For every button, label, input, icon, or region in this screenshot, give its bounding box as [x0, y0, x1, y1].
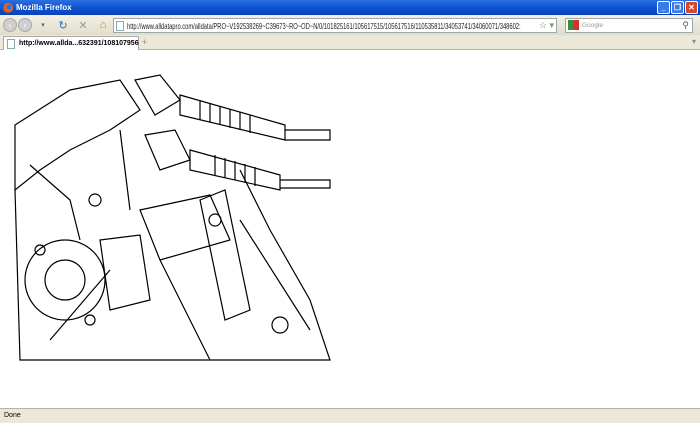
google-icon[interactable]: [568, 20, 579, 30]
page-icon: [7, 38, 15, 49]
window-title: Mozilla Firefox: [16, 3, 72, 12]
page-icon: [116, 20, 124, 31]
close-button[interactable]: ✕: [685, 1, 698, 14]
url-text: http://www.alldatapro.com/alldata/PRO~V1…: [127, 20, 521, 31]
bookmark-star-icon[interactable]: ☆ ▾: [536, 19, 556, 31]
back-button[interactable]: ‹: [3, 18, 17, 32]
tab-bar: http://www.allda...632391/108107956 + ▾: [0, 35, 700, 50]
forward-button[interactable]: ›: [18, 18, 32, 32]
search-placeholder: Google: [582, 21, 603, 29]
title-bar: Mozilla Firefox _ ❐ ✕: [0, 0, 700, 15]
status-text: Done: [4, 412, 21, 419]
page-content: [0, 50, 700, 408]
tab-label: http://www.allda...632391/108107956: [19, 40, 139, 47]
url-input[interactable]: http://www.alldatapro.com/alldata/PRO~V1…: [113, 17, 557, 33]
history-dropdown-icon[interactable]: ▾: [35, 21, 51, 29]
home-icon[interactable]: ⌂: [95, 19, 111, 31]
reload-icon[interactable]: ↻: [55, 19, 71, 32]
firefox-icon: [3, 2, 13, 13]
search-input[interactable]: Google ⚲: [565, 17, 693, 33]
minimize-button[interactable]: _: [657, 1, 670, 14]
search-icon[interactable]: ⚲: [682, 20, 692, 31]
new-tab-button[interactable]: +: [142, 37, 147, 47]
tab-active[interactable]: http://www.allda...632391/108107956: [3, 36, 139, 50]
restore-button[interactable]: ❐: [671, 1, 684, 14]
navigation-toolbar: ‹ › ▾ ↻ ✕ ⌂ http://www.alldatapro.com/al…: [0, 15, 700, 35]
stop-icon[interactable]: ✕: [75, 19, 91, 32]
status-bar: Done: [0, 408, 700, 423]
transmission-diagram: [14, 74, 331, 361]
tab-list-button[interactable]: ▾: [692, 37, 696, 46]
